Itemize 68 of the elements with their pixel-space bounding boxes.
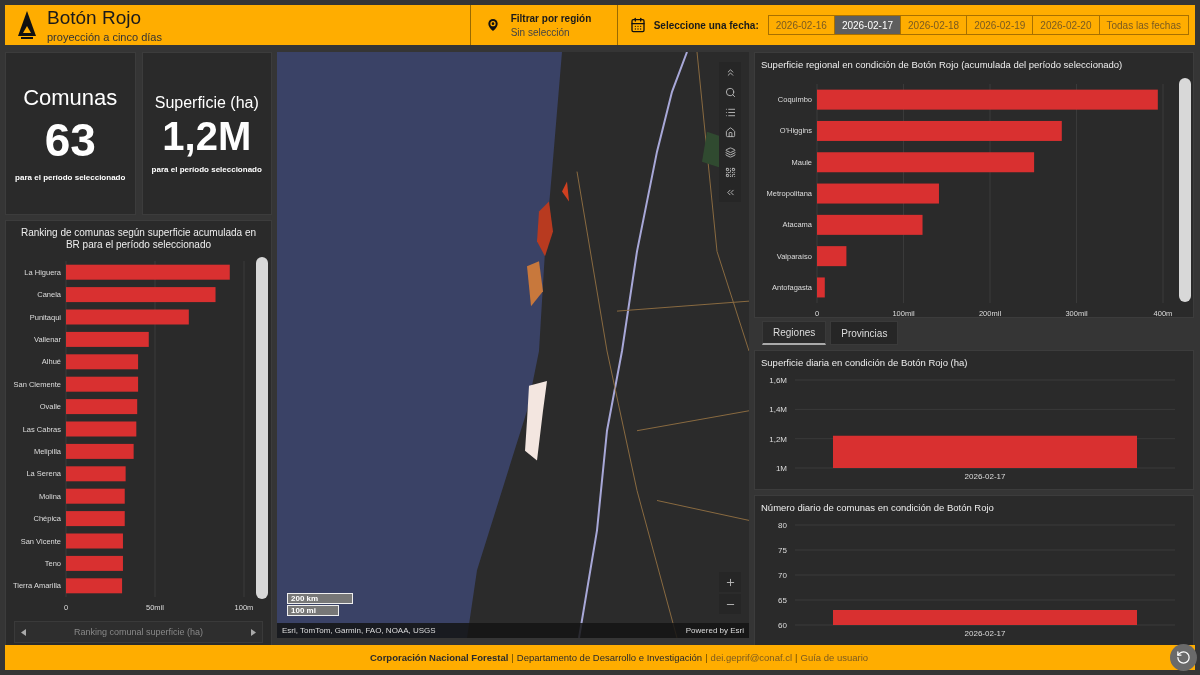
app-subtitle: proyección a cinco días (47, 31, 162, 43)
tick-label: 80 (778, 521, 787, 530)
chart-bar (66, 488, 125, 504)
date-button[interactable]: 2026-02-20 (1032, 15, 1100, 35)
date-label: Seleccione una fecha: (653, 19, 759, 31)
footer-link[interactable]: dei.geprif@conaf.cl (710, 652, 793, 663)
date-button[interactable]: 2026-02-18 (900, 15, 968, 35)
chart-title: Superficie regional en condición de Botón Rojo (acumulada del período seleccionado) (761, 59, 1124, 70)
kpi-value: 1,2M (162, 113, 252, 159)
tick-label: 1,2M (769, 434, 787, 444)
scrollbar[interactable] (1179, 78, 1191, 302)
chart-bar (817, 277, 825, 298)
powered-by-text: Powered by Esri (685, 626, 744, 635)
zoom-in-icon[interactable] (719, 572, 741, 592)
tab[interactable]: Regiones (762, 321, 827, 345)
kpi-value: 63 (44, 113, 96, 167)
chart-title: Número diario de comunas en condición de Botón Rojo (761, 502, 995, 513)
separator-text: | (705, 652, 708, 663)
footer-text: Departamento de Desarrollo e Investigación (516, 652, 703, 663)
scale-bar: 100 mi (287, 605, 339, 616)
logo-icon (17, 10, 37, 40)
chart-bar (66, 533, 123, 549)
chart-title: Ranking de comunas según superficie acumulada en BR para el período seleccionado (19, 227, 258, 251)
map-pin-icon (484, 17, 501, 33)
separator-text: | (795, 652, 798, 663)
footer-link[interactable]: Guía de usuario (800, 652, 869, 663)
next-arrow-icon[interactable] (251, 628, 256, 636)
chart-bar (66, 466, 126, 482)
chart-bar (66, 421, 137, 437)
category-label: 2026-02-17 (964, 629, 1006, 638)
scrollbar[interactable] (256, 257, 268, 599)
chart-bar (66, 443, 134, 459)
kpi-caption: para el período seleccionado (151, 164, 262, 174)
previous-arrow-icon[interactable] (21, 628, 26, 636)
separator-text: | (511, 652, 514, 663)
kpi-title: Comunas (23, 85, 118, 111)
chart-bar (817, 246, 847, 267)
category-label: 2026-02-17 (964, 472, 1006, 481)
chart-bar (66, 399, 138, 415)
tick-label: 1,6M (769, 376, 787, 385)
chart-bar (66, 555, 123, 571)
chart-bar (66, 511, 125, 527)
date-button[interactable]: Todas las fechas (1098, 15, 1189, 35)
tick-label: 65 (778, 596, 787, 605)
kpi-title: Superficie (ha) (154, 93, 259, 112)
date-button[interactable]: 2026-02-19 (966, 15, 1034, 35)
tick-label: 1,4M (769, 405, 787, 415)
footer-text: Corporación Nacional Forestal (370, 652, 509, 663)
calendar-icon (629, 17, 646, 33)
nav-label: Ranking comunal superficie (ha) (73, 627, 204, 637)
app-title: Botón Rojo (47, 7, 142, 29)
scale-bar: 200 km (287, 593, 353, 604)
filter-value[interactable]: Sin selección (510, 26, 592, 38)
tick-label: 75 (778, 546, 787, 555)
refresh-button[interactable] (1170, 644, 1197, 671)
tick-label: 1M (775, 464, 787, 473)
kpi-caption: para el período seleccionado (15, 173, 126, 182)
chevrons-up-icon[interactable] (719, 62, 741, 82)
chevrons-left-icon[interactable] (719, 182, 741, 202)
tick-label: 60 (778, 621, 787, 630)
chart-bar (66, 578, 123, 594)
date-button[interactable]: 2026-02-17 (833, 15, 902, 35)
chart-title: Superficie diaria en condición de Botón Rojo (ha) (761, 357, 969, 368)
refresh-icon (1176, 650, 1191, 665)
attribution-text: Esri, TomTom, Garmin, FAO, NOAA, USGS (282, 626, 436, 635)
tick-label: 70 (778, 571, 787, 580)
tab[interactable]: Provincias (830, 321, 899, 345)
filter-label: Filtrar por región (510, 12, 592, 24)
